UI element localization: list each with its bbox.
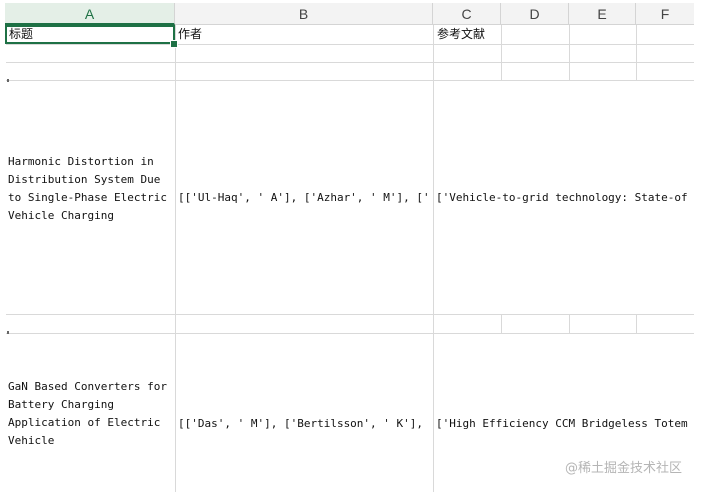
fill-handle[interactable] — [170, 40, 178, 48]
cell-b1-authors-header[interactable]: 作者 — [178, 25, 430, 44]
column-header-b[interactable]: B — [175, 3, 433, 25]
row-marker — [7, 79, 9, 82]
cell-references[interactable]: ['Vehicle-to-grid technology: State-of — [436, 189, 694, 207]
grid-line — [175, 25, 176, 492]
grid-line — [636, 25, 637, 81]
grid-line — [6, 80, 694, 81]
grid-line — [569, 314, 570, 334]
column-header-c[interactable]: C — [433, 3, 501, 25]
grid-line — [6, 333, 694, 334]
row-marker — [7, 331, 9, 334]
cell-authors[interactable]: [['Das', ' M'], ['Bertilsson', ' K'], — [178, 415, 433, 433]
spreadsheet[interactable]: A B C D E F 标题 作者 参考文献 Harmonic Distorti… — [0, 0, 720, 492]
cell-title[interactable]: GaN Based Converters for Battery Chargin… — [8, 378, 174, 458]
cell-references[interactable]: ['High Efficiency CCM Bridgeless Totem — [436, 415, 694, 433]
column-header-f[interactable]: F — [636, 3, 694, 25]
grid-line — [6, 62, 694, 63]
column-header-e[interactable]: E — [569, 3, 636, 25]
cell-c1-references-header[interactable]: 参考文献 — [437, 25, 499, 44]
grid-line — [6, 314, 694, 315]
grid-line — [433, 25, 434, 492]
column-header-d[interactable]: D — [501, 3, 569, 25]
grid-line — [6, 44, 694, 45]
grid-line — [569, 25, 570, 81]
grid-line — [501, 314, 502, 334]
column-header-a[interactable]: A — [5, 3, 175, 25]
watermark: @稀土掘金技术社区 — [565, 461, 683, 476]
cell-authors[interactable]: [['Ul-Haq', ' A'], ['Azhar', ' M'], [' — [178, 189, 433, 207]
cell-title[interactable]: Harmonic Distortion in Distribution Syst… — [8, 153, 174, 233]
active-cell-selection — [5, 25, 175, 44]
grid-line — [636, 314, 637, 334]
grid-line — [501, 25, 502, 81]
